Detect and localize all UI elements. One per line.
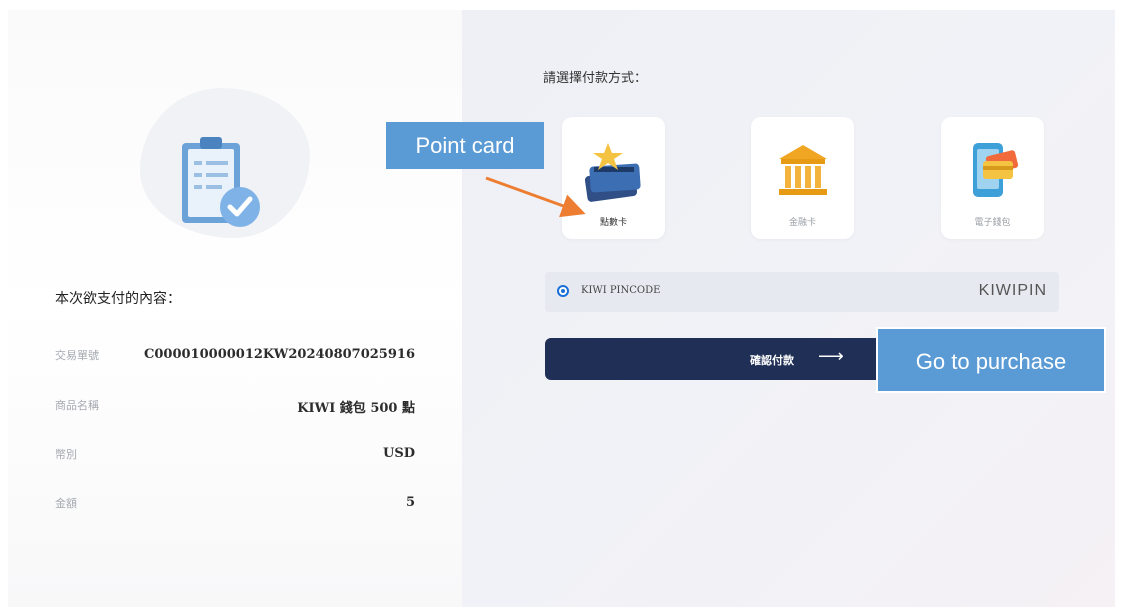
row-label: 交易單號	[55, 349, 99, 362]
arrow-right-icon: ⟶	[818, 346, 844, 366]
callout-go-purchase: Go to purchase	[876, 327, 1106, 393]
method-bank[interactable]: 金融卡	[751, 117, 854, 239]
method-label: 金融卡	[788, 218, 816, 228]
product-name-row: 商品名稱 KIWI 錢包 500 點	[55, 397, 415, 417]
method-point-card[interactable]: 點數卡	[562, 117, 665, 239]
payment-content-title: 本次欲支付的內容：	[55, 291, 181, 307]
row-value: C000010000012KW20240807025916	[144, 347, 415, 362]
point-card-icon	[584, 143, 641, 202]
kiwi-pincode-option[interactable]: KIWI PINCODE KIWIPIN	[545, 272, 1059, 312]
kiwipin-logo: KIWIPIN	[978, 282, 1047, 299]
currency-row: 幣別 USD	[55, 446, 415, 466]
radio-selected[interactable]	[557, 285, 569, 297]
callout-point-card: Point card	[386, 122, 544, 169]
method-label: 點數卡	[599, 218, 627, 228]
option-label: KIWI PINCODE	[581, 285, 661, 296]
row-value: USD	[383, 446, 415, 461]
e-wallet-icon	[973, 143, 1019, 197]
row-value: 5	[405, 495, 415, 510]
row-value: KIWI 錢包 500 點	[297, 401, 415, 416]
confirm-label: 確認付款	[750, 355, 794, 367]
method-label: 電子錢包	[974, 218, 1011, 228]
amount-row: 金額 5	[55, 495, 415, 515]
row-label: 幣別	[55, 448, 77, 461]
row-label: 金額	[55, 497, 77, 510]
choose-payment-title: 請選擇付款方式：	[543, 71, 648, 86]
bank-icon	[779, 145, 827, 195]
row-label: 商品名稱	[55, 399, 99, 412]
transaction-number-row: 交易單號 C000010000012KW20240807025916	[55, 347, 415, 367]
method-e-wallet[interactable]: 電子錢包	[941, 117, 1044, 239]
clipboard-check-icon	[182, 137, 260, 227]
